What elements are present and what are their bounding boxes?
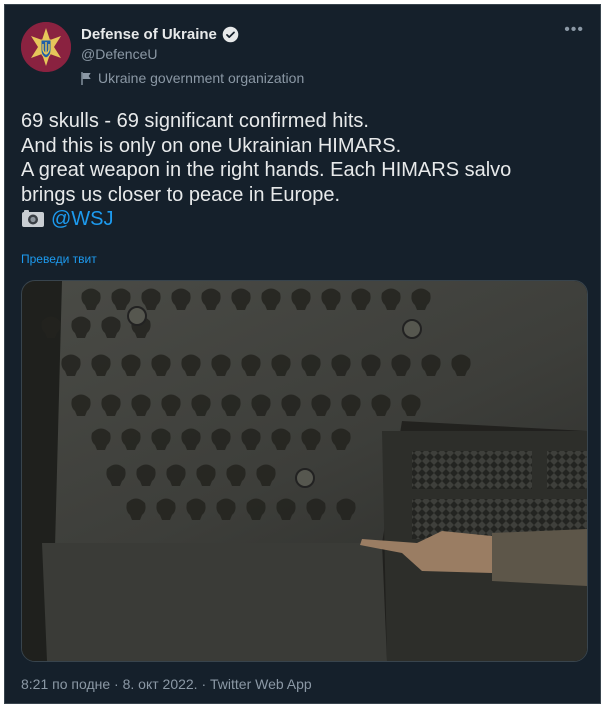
camera-icon bbox=[22, 210, 44, 227]
separator: · bbox=[197, 676, 211, 692]
tweet-line: A great weapon in the right hands. Each … bbox=[21, 159, 512, 181]
tweet-card: Defense of Ukraine @DefenceU Ukraine gov… bbox=[4, 4, 601, 704]
avatar[interactable] bbox=[21, 22, 71, 72]
flag-icon bbox=[81, 71, 91, 85]
org-label: Ukraine government organization bbox=[81, 70, 304, 86]
org-label-text: Ukraine government organization bbox=[98, 70, 305, 86]
tweet-text: 69 skulls - 69 significant confirmed hit… bbox=[21, 109, 591, 232]
verified-badge-icon bbox=[222, 26, 239, 43]
tweet-photo[interactable] bbox=[21, 280, 588, 662]
more-options-icon[interactable]: ••• bbox=[564, 21, 584, 39]
account-handle[interactable]: @DefenceU bbox=[81, 46, 157, 62]
translate-tweet-link[interactable]: Преведи твит bbox=[21, 252, 97, 266]
tweet-line: And this is only on one Ukrainian HIMARS… bbox=[21, 134, 402, 157]
tweet-date[interactable]: 8. окт 2022. bbox=[123, 676, 198, 692]
himars-photo bbox=[22, 281, 587, 661]
tweet-time[interactable]: 8:21 по подне bbox=[21, 676, 110, 692]
ukraine-emblem-icon bbox=[21, 22, 71, 72]
separator: · bbox=[110, 676, 123, 692]
tweet-meta: 8:21 по подне · 8. окт 2022. · Twitter W… bbox=[21, 676, 312, 692]
mention-link[interactable]: @WSJ bbox=[51, 208, 114, 230]
tweet-line: brings us closer to peace in Europe. bbox=[21, 183, 341, 206]
tweet-source: Twitter Web App bbox=[210, 676, 312, 692]
tweet-line: 69 skulls - 69 significant confirmed hit… bbox=[21, 110, 369, 132]
account-name[interactable]: Defense of Ukraine bbox=[81, 26, 217, 43]
